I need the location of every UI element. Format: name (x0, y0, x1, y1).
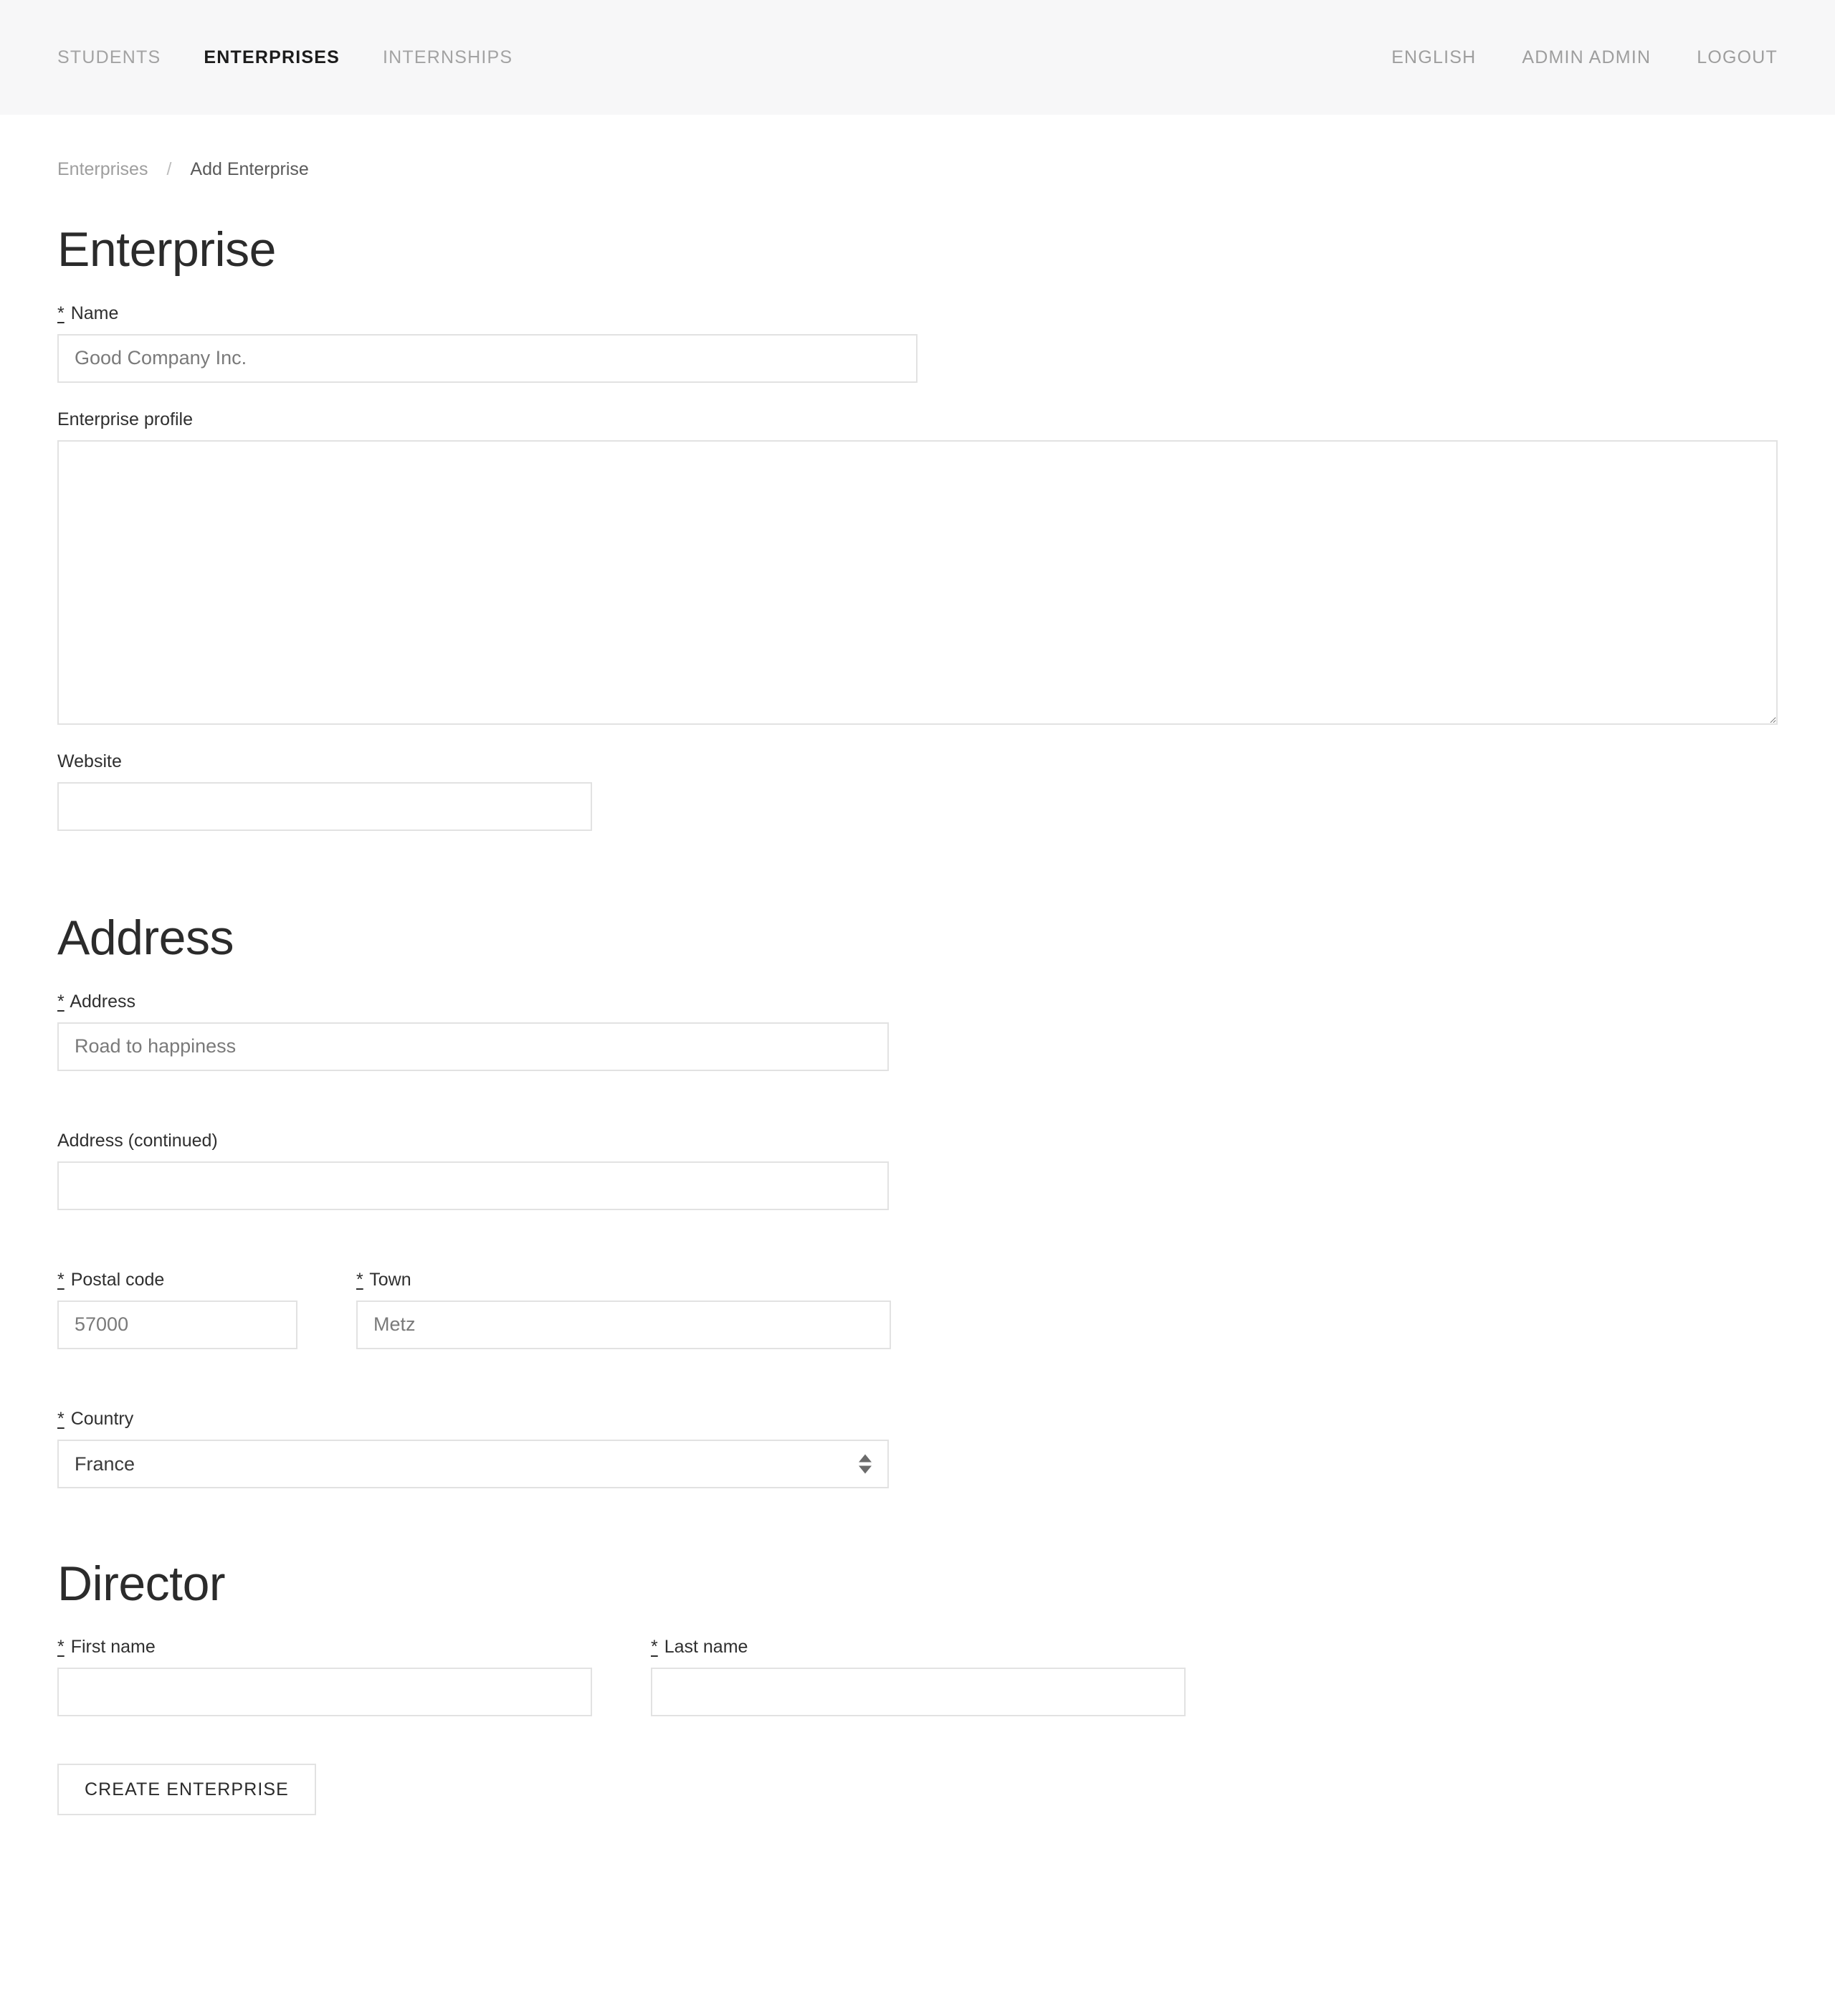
nav-item-internships[interactable]: INTERNSHIPS (383, 40, 513, 75)
section-title-director: Director (57, 1556, 226, 1611)
required-marker-address: * (57, 991, 65, 1012)
country-select[interactable]: France (57, 1439, 889, 1488)
required-marker-first-name: * (57, 1637, 65, 1658)
create-enterprise-button[interactable]: CREATE ENTERPRISE (57, 1764, 316, 1816)
address-continued-input[interactable] (57, 1161, 889, 1210)
address-input[interactable] (57, 1022, 889, 1071)
required-marker-town: * (356, 1269, 363, 1290)
primary-nav: STUDENTS ENTERPRISES INTERNSHIPS (57, 40, 513, 75)
nav-item-account[interactable]: ADMIN ADMIN (1522, 40, 1651, 75)
field-first-name: * First name (57, 1636, 592, 1717)
section-title-address: Address (57, 910, 234, 965)
label-first-name: * First name (57, 1636, 592, 1658)
nav-item-language[interactable]: ENGLISH (1391, 40, 1476, 75)
user-nav: ENGLISH ADMIN ADMIN LOGOUT (1391, 40, 1778, 75)
postal-town-row: * Postal code * Town (57, 1243, 1778, 1349)
breadcrumb-link-enterprises[interactable]: Enterprises (57, 159, 148, 180)
field-name: * Name (57, 303, 1778, 383)
required-marker-country: * (57, 1408, 65, 1429)
top-navbar: STUDENTS ENTERPRISES INTERNSHIPS ENGLISH… (0, 0, 1835, 115)
breadcrumb-current: Add Enterprise (190, 159, 309, 179)
label-address: * Address (57, 991, 1778, 1012)
town-input[interactable] (356, 1300, 891, 1349)
label-town: * Town (356, 1269, 891, 1290)
label-postal-code: * Postal code (57, 1269, 297, 1290)
label-postal-code-text: Postal code (70, 1269, 165, 1290)
label-last-name: * Last name (651, 1636, 1186, 1658)
postal-code-input[interactable] (57, 1300, 297, 1349)
label-website: Website (57, 751, 122, 771)
field-enterprise-profile: Enterprise profile (57, 409, 1778, 725)
page-title: Enterprise (57, 222, 276, 277)
country-select-wrapper: France (57, 1439, 889, 1488)
director-name-row: * First name * Last name (57, 1610, 1778, 1717)
label-first-name-text: First name (70, 1637, 156, 1658)
field-website: Website (57, 751, 1778, 831)
required-marker-postal-code: * (57, 1269, 65, 1290)
label-town-text: Town (369, 1269, 411, 1290)
field-address-continued: Address (continued) (57, 1130, 1778, 1210)
label-name-text: Name (70, 303, 119, 323)
label-address-text: Address (70, 991, 136, 1012)
label-country-text: Country (70, 1408, 134, 1429)
enterprise-profile-textarea[interactable] (57, 439, 1778, 725)
name-input[interactable] (57, 333, 918, 383)
breadcrumb: Enterprises / Add Enterprise (57, 115, 1778, 180)
website-input[interactable] (57, 781, 592, 831)
field-last-name: * Last name (651, 1636, 1186, 1717)
label-last-name-text: Last name (664, 1637, 748, 1658)
field-country: * Country France (57, 1408, 1778, 1488)
label-name: * Name (57, 303, 1778, 324)
breadcrumb-separator: / (166, 159, 172, 179)
first-name-input[interactable] (57, 1668, 592, 1717)
field-town: * Town (356, 1269, 891, 1349)
required-marker-name: * (57, 303, 65, 323)
page-content: Enterprises / Add Enterprise Enterprise … (0, 115, 1835, 1816)
label-enterprise-profile: Enterprise profile (57, 409, 193, 429)
label-address-continued: Address (continued) (57, 1130, 218, 1151)
field-postal-code: * Postal code (57, 1269, 297, 1349)
required-marker-last-name: * (651, 1637, 658, 1658)
last-name-input[interactable] (651, 1668, 1186, 1717)
label-country: * Country (57, 1408, 1778, 1430)
field-address: * Address (57, 991, 1778, 1071)
nav-item-students[interactable]: STUDENTS (57, 40, 161, 75)
nav-item-enterprises[interactable]: ENTERPRISES (204, 40, 340, 75)
nav-item-logout[interactable]: LOGOUT (1697, 40, 1778, 75)
